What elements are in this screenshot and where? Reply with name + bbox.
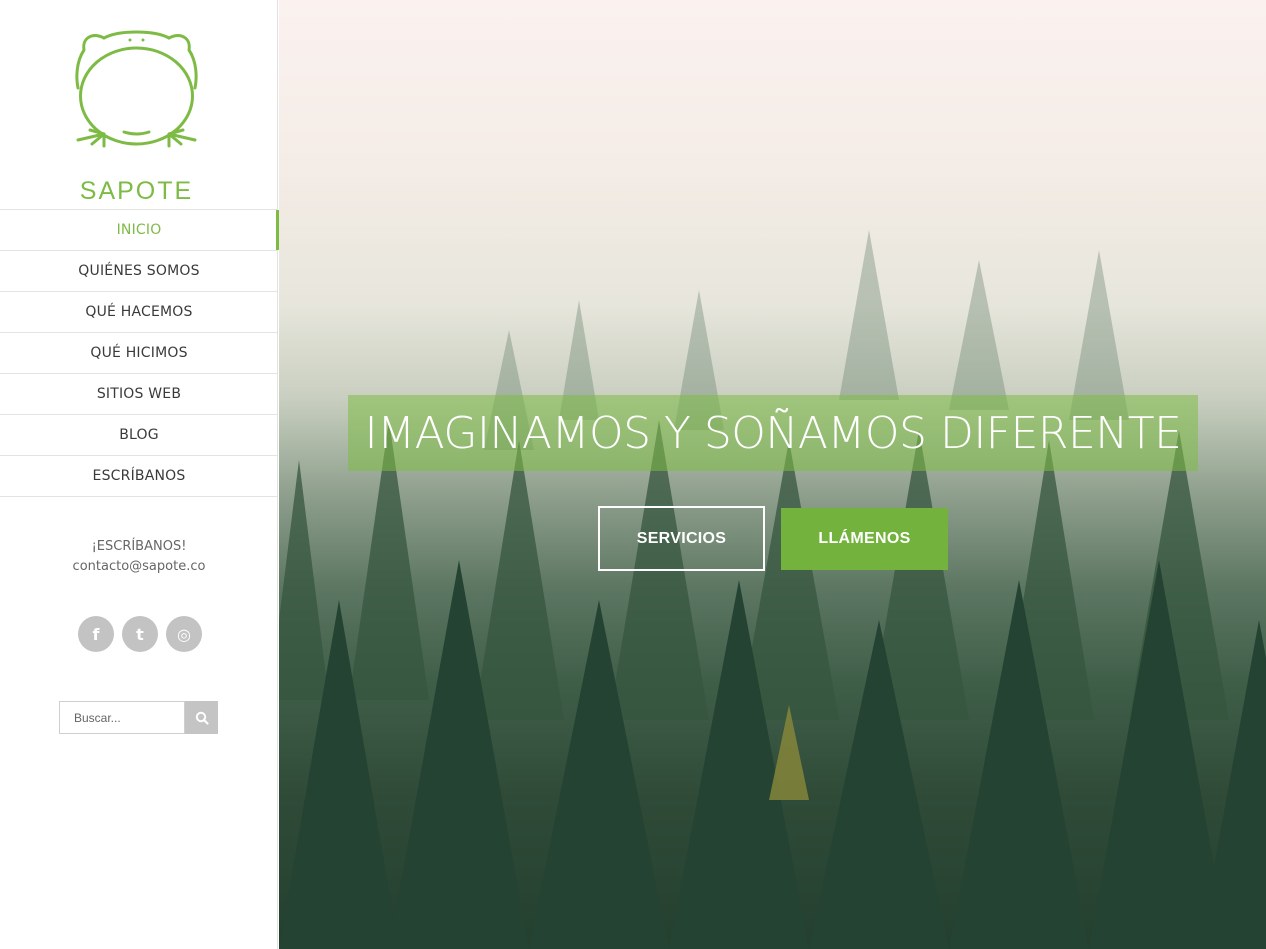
services-button[interactable]: SERVICIOS xyxy=(598,506,765,571)
call-us-button[interactable]: LLÁMENOS xyxy=(781,508,948,570)
sapote-logo[interactable]: SAPOTE xyxy=(64,28,209,204)
search-form xyxy=(59,701,218,734)
main-nav: INICIO QUIÉNES SOMOS QUÉ HACEMOS QUÉ HIC… xyxy=(0,209,279,497)
social-links: f t ◎ xyxy=(78,616,202,652)
instagram-icon[interactable]: ◎ xyxy=(166,616,202,652)
twitter-icon[interactable]: t xyxy=(122,616,158,652)
nav-item-escribanos[interactable]: ESCRÍBANOS xyxy=(0,456,278,497)
nav-item-inicio[interactable]: INICIO xyxy=(0,210,279,251)
hero-headline: IMAGINAMOS Y SOÑAMOS DIFERENTE xyxy=(348,395,1198,471)
forest-background xyxy=(279,230,1266,949)
nav-item-que-hicimos[interactable]: QUÉ HICIMOS xyxy=(0,333,278,374)
hero-banner: IMAGINAMOS Y SOÑAMOS DIFERENTE SERVICIOS… xyxy=(279,0,1266,949)
frog-logo-icon xyxy=(75,30,198,148)
contact-email[interactable]: contacto@sapote.co xyxy=(0,559,278,574)
search-icon xyxy=(195,711,209,725)
nav-item-quienes-somos[interactable]: QUIÉNES SOMOS xyxy=(0,251,278,292)
hero-headline-text: IMAGINAMOS Y SOÑAMOS DIFERENTE xyxy=(364,407,1182,459)
contact-title: ¡ESCRÍBANOS! xyxy=(91,539,187,554)
search-input[interactable] xyxy=(59,701,185,734)
nav-item-blog[interactable]: BLOG xyxy=(0,415,278,456)
sidebar: SAPOTE INICIO QUIÉNES SOMOS QUÉ HACEMOS … xyxy=(0,0,279,949)
nav-item-sitios-web[interactable]: SITIOS WEB xyxy=(0,374,278,415)
search-button[interactable] xyxy=(185,701,218,734)
facebook-icon[interactable]: f xyxy=(78,616,114,652)
nav-item-que-hacemos[interactable]: QUÉ HACEMOS xyxy=(0,292,278,333)
brand-name: SAPOTE xyxy=(79,177,194,205)
